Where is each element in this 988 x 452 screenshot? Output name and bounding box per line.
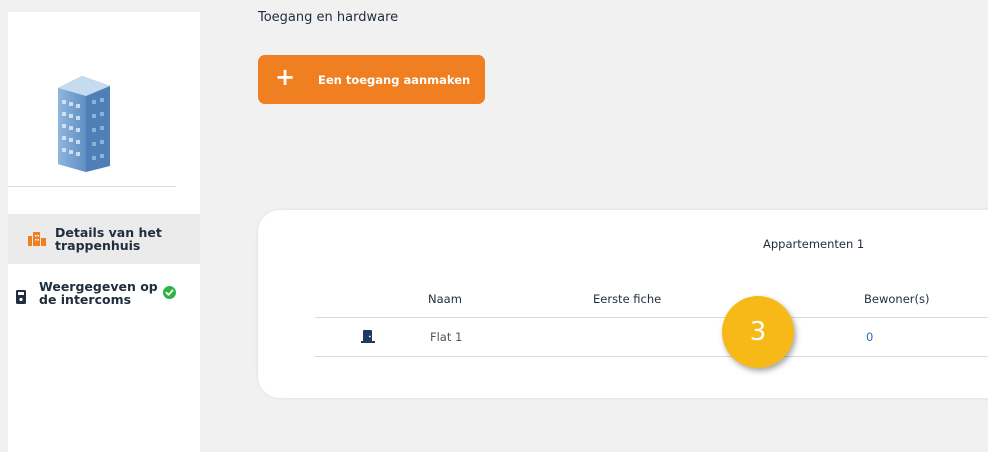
column-header-bewoners[interactable]: Bewoner(s) (864, 292, 929, 306)
column-header-eerste-fiche[interactable]: Eerste fiche (593, 292, 661, 306)
sidebar-item-intercoms[interactable]: Weergegeven op de intercoms (8, 278, 200, 318)
column-header-naam[interactable]: Naam (428, 292, 462, 306)
create-access-label: Een toegang aanmaken (318, 73, 471, 87)
building-icon (58, 76, 110, 172)
row-naam: Flat 1 (430, 330, 463, 344)
apartments-title: Appartementen 1 (763, 237, 865, 251)
step-badge: 3 (722, 296, 794, 368)
apartments-card: Appartementen 1 Naam Eerste fiche Bewone… (258, 210, 988, 398)
row-divider (315, 356, 988, 357)
header-divider (315, 317, 988, 318)
sidebar-item-details[interactable]: Details van het trappenhuis (8, 214, 200, 264)
intercom-icon (16, 290, 26, 304)
create-access-button[interactable]: + Een toegang aanmaken (258, 55, 485, 104)
sidebar: Details van het trappenhuis Weergegeven … (8, 12, 200, 452)
staircase-icon (28, 232, 46, 246)
door-icon (361, 330, 375, 343)
check-circle-icon (163, 286, 176, 299)
row-bewoners-link[interactable]: 0 (866, 330, 873, 344)
plus-icon: + (275, 63, 296, 91)
page-title: Toegang en hardware (258, 10, 399, 25)
sidebar-item-label: Weergegeven op de intercoms (39, 279, 158, 307)
sidebar-item-label: Details van het trappenhuis (55, 225, 162, 253)
sidebar-divider (8, 186, 176, 187)
